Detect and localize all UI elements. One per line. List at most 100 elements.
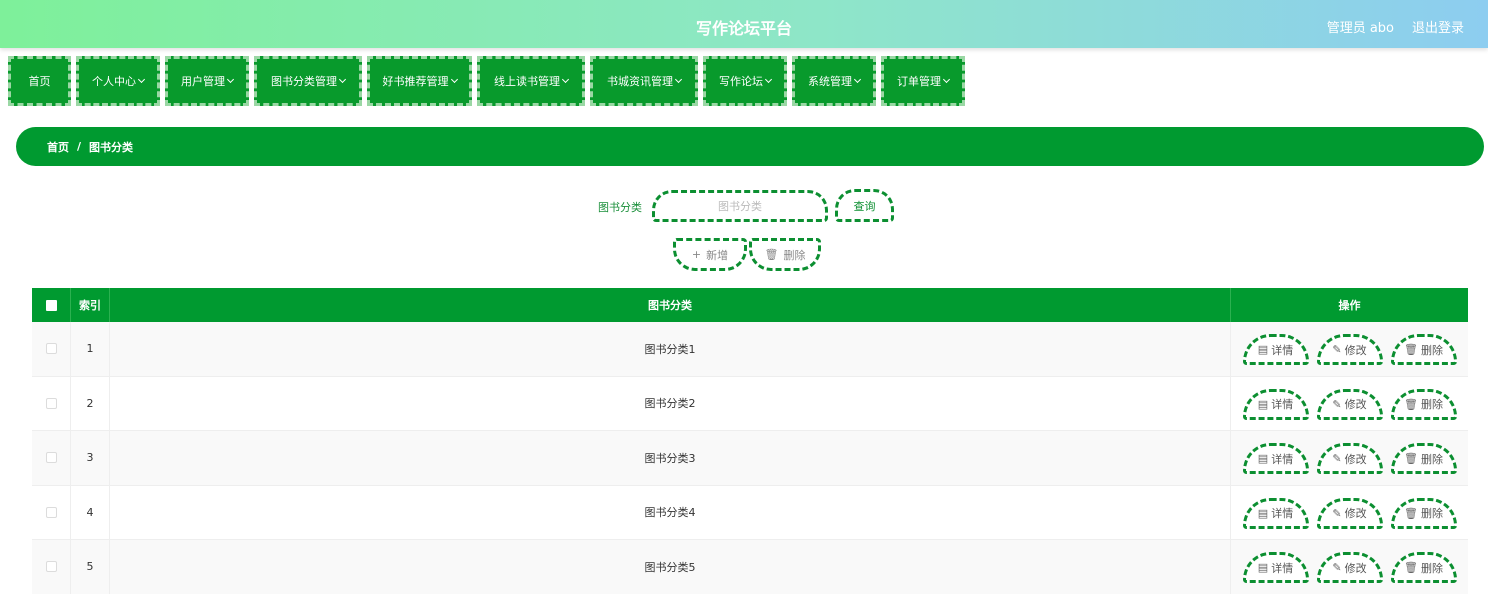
row-checkbox-cell: [32, 485, 71, 539]
nav-item-2[interactable]: 用户管理: [165, 56, 249, 106]
delete-button[interactable]: 🗑 删除: [1390, 497, 1457, 529]
document-icon: ▤: [1257, 397, 1269, 411]
edit-label: 修改: [1344, 507, 1367, 521]
chevron-down-icon: [561, 75, 570, 84]
edit-button[interactable]: ✎ 修改: [1316, 497, 1383, 529]
nav-item-6[interactable]: 书城资讯管理: [590, 56, 698, 106]
delete-label: 删除: [1420, 452, 1443, 466]
header-checkbox-cell: [32, 288, 71, 322]
chevron-down-icon: [764, 75, 773, 84]
edit-button[interactable]: ✎ 修改: [1316, 388, 1383, 420]
row-index: 1: [71, 322, 110, 376]
chevron-down-icon: [674, 75, 683, 84]
row-name: 图书分类1: [110, 322, 1231, 376]
nav-item-label: 订单管理: [897, 75, 941, 88]
breadcrumb-home[interactable]: 首页: [47, 139, 69, 155]
nav-item-9[interactable]: 订单管理: [881, 56, 965, 106]
nav-item-label: 用户管理: [181, 75, 225, 88]
nav-item-label: 系统管理: [808, 75, 852, 88]
edit-button[interactable]: ✎ 修改: [1316, 552, 1383, 584]
delete-button[interactable]: 🗑 删除: [1390, 443, 1457, 475]
nav-item-label: 首页: [28, 75, 51, 88]
detail-label: 详情: [1271, 343, 1294, 357]
edit-label: 修改: [1344, 561, 1367, 575]
row-checkbox[interactable]: [45, 397, 57, 409]
top-header: 写作论坛平台 管理员 abo 退出登录: [0, 0, 1488, 48]
pencil-icon: ✎: [1332, 452, 1342, 466]
add-button[interactable]: + 新增: [673, 238, 747, 271]
table-header: 索引 图书分类 操作: [32, 288, 1468, 322]
detail-label: 详情: [1271, 507, 1294, 521]
trash-icon: 🗑: [764, 248, 779, 261]
app-title: 写作论坛平台: [695, 19, 792, 38]
breadcrumb-separator: /: [77, 140, 82, 153]
select-all-checkbox[interactable]: [45, 299, 57, 311]
query-button[interactable]: 查询: [835, 189, 894, 222]
table-row: 2 图书分类2 ▤ 详情 ✎ 修改 🗑 删除: [32, 376, 1468, 431]
main-nav: 首页 个人中心 用户管理 图书分类管理 好书推荐管理 线上读书管理 书城资讯管理 写作论坛 系统…: [8, 56, 965, 106]
trash-icon: 🗑: [1404, 397, 1418, 411]
pencil-icon: ✎: [1332, 506, 1342, 520]
chevron-down-icon: [942, 75, 951, 84]
document-icon: ▤: [1257, 343, 1269, 357]
nav-item-label: 线上读书管理: [494, 75, 560, 88]
row-name: 图书分类2: [110, 376, 1231, 430]
detail-button[interactable]: ▤ 详情: [1242, 388, 1309, 420]
row-checkbox[interactable]: [45, 506, 57, 518]
trash-icon: 🗑: [1404, 506, 1418, 520]
row-name: 图书分类5: [110, 540, 1231, 594]
row-index: 3: [71, 431, 110, 485]
category-table: 索引 图书分类 操作 1 图书分类1 ▤ 详情 ✎ 修改 🗑 删除 2 图书分类2 ▤ 详情 ✎ 修改 🗑 删…: [32, 288, 1468, 594]
row-checkbox-cell: [32, 540, 71, 594]
row-index: 4: [71, 485, 110, 539]
pencil-icon: ✎: [1332, 561, 1342, 575]
breadcrumb-current: 图书分类: [89, 140, 134, 154]
detail-button[interactable]: ▤ 详情: [1242, 443, 1309, 475]
row-index: 5: [71, 540, 110, 594]
logout-link[interactable]: 退出登录: [1412, 17, 1464, 36]
row-checkbox-cell: [32, 431, 71, 485]
delete-label: 删除: [1420, 398, 1443, 412]
current-user: 管理员 abo: [1326, 21, 1394, 36]
delete-button[interactable]: 🗑 删除: [1390, 334, 1457, 366]
nav-item-3[interactable]: 图书分类管理: [254, 56, 362, 106]
detail-button[interactable]: ▤ 详情: [1242, 552, 1309, 584]
edit-button[interactable]: ✎ 修改: [1316, 334, 1383, 366]
detail-label: 详情: [1271, 452, 1294, 466]
pencil-icon: ✎: [1332, 343, 1342, 357]
detail-label: 详情: [1271, 398, 1294, 412]
nav-item-4[interactable]: 好书推荐管理: [367, 56, 472, 106]
nav-item-0[interactable]: 首页: [8, 56, 71, 106]
batch-delete-button[interactable]: 🗑 删除: [749, 238, 821, 271]
chevron-down-icon: [450, 75, 458, 84]
table-body: 1 图书分类1 ▤ 详情 ✎ 修改 🗑 删除 2 图书分类2 ▤ 详情 ✎ 修改 🗑 删除 3 图书分类3 ▤ 详情 ✎…: [32, 322, 1468, 594]
detail-label: 详情: [1271, 561, 1294, 575]
row-checkbox[interactable]: [45, 561, 57, 573]
batch-delete-label: 删除: [783, 248, 806, 262]
chevron-down-icon: [137, 75, 146, 84]
delete-label: 删除: [1420, 507, 1443, 521]
search-input[interactable]: [652, 190, 828, 222]
nav-item-label: 书城资讯管理: [607, 75, 673, 88]
header-name: 图书分类: [110, 288, 1231, 322]
table-row: 1 图书分类1 ▤ 详情 ✎ 修改 🗑 删除: [32, 322, 1468, 377]
row-checkbox[interactable]: [45, 452, 57, 464]
delete-button[interactable]: 🗑 删除: [1390, 388, 1457, 420]
pencil-icon: ✎: [1332, 397, 1342, 411]
edit-label: 修改: [1344, 452, 1367, 466]
delete-button[interactable]: 🗑 删除: [1390, 552, 1457, 584]
row-checkbox[interactable]: [45, 343, 57, 355]
nav-item-1[interactable]: 个人中心: [76, 56, 160, 106]
chevron-down-icon: [338, 75, 347, 84]
nav-item-5[interactable]: 线上读书管理: [477, 56, 585, 106]
row-checkbox-cell: [32, 322, 71, 376]
document-icon: ▤: [1257, 506, 1269, 520]
nav-item-7[interactable]: 写作论坛: [703, 56, 787, 106]
detail-button[interactable]: ▤ 详情: [1242, 497, 1309, 529]
nav-item-label: 个人中心: [92, 75, 136, 88]
nav-item-8[interactable]: 系统管理: [792, 56, 876, 106]
edit-label: 修改: [1344, 398, 1367, 412]
chevron-down-icon: [226, 75, 235, 84]
edit-button[interactable]: ✎ 修改: [1316, 443, 1383, 475]
detail-button[interactable]: ▤ 详情: [1242, 334, 1309, 366]
